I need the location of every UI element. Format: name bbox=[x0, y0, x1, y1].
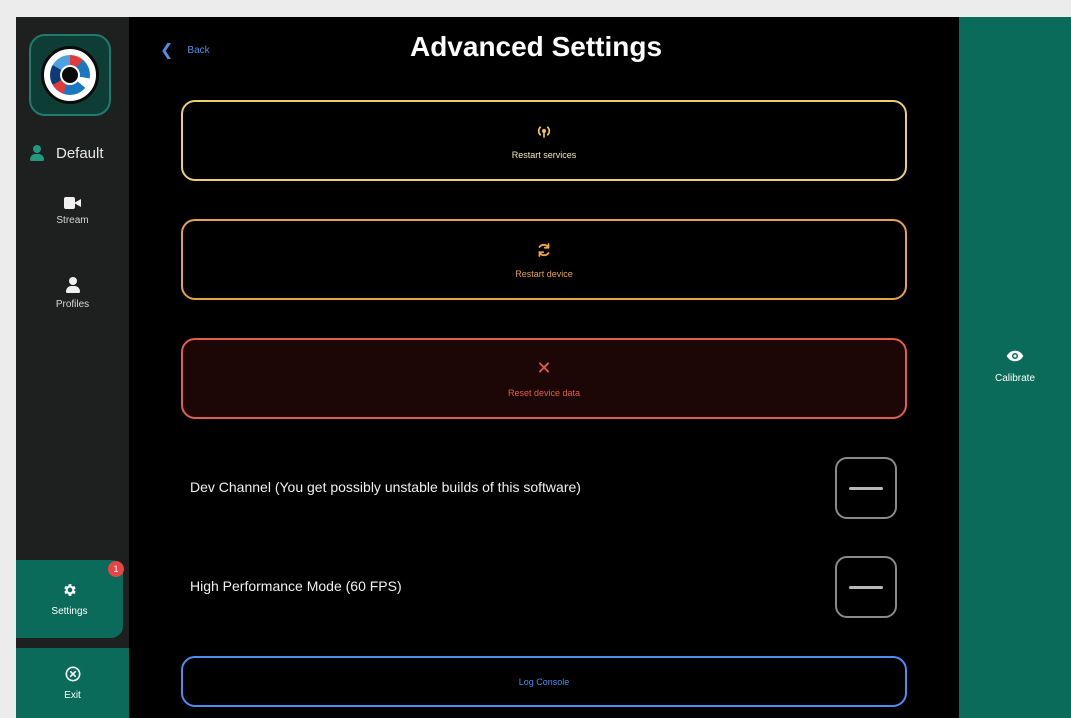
reset-device-data-label: Reset device data bbox=[507, 388, 581, 398]
log-console-label: Log Console bbox=[518, 676, 570, 687]
high-performance-label: High Performance Mode (60 FPS) bbox=[190, 578, 402, 594]
high-performance-row: High Performance Mode (60 FPS) bbox=[190, 556, 910, 618]
gear-icon bbox=[63, 583, 76, 596]
high-performance-toggle[interactable] bbox=[835, 556, 897, 618]
back-label: Back bbox=[187, 44, 210, 56]
restart-device-button[interactable]: Restart device bbox=[181, 219, 907, 300]
person-icon bbox=[65, 277, 80, 293]
profile-name: Default bbox=[56, 144, 104, 162]
dev-channel-toggle[interactable] bbox=[835, 457, 897, 519]
right-panel: Calibrate bbox=[959, 17, 1071, 718]
profile-person-icon bbox=[30, 145, 44, 161]
sidebar-item-label: Settings bbox=[51, 605, 88, 617]
dev-channel-label: Dev Channel (You get possibly unstable b… bbox=[190, 479, 581, 495]
reset-device-data-button[interactable]: ✕ Reset device data bbox=[181, 338, 907, 419]
sidebar: Default Stream Profiles 1 Settings Exit bbox=[16, 17, 129, 718]
active-profile[interactable]: Default bbox=[30, 141, 125, 165]
logo-eye-icon bbox=[41, 46, 99, 104]
sidebar-item-profiles[interactable]: Profiles bbox=[16, 277, 129, 310]
exit-label: Exit bbox=[64, 689, 81, 701]
calibrate-button[interactable]: Calibrate bbox=[959, 349, 1071, 384]
camera-icon bbox=[64, 197, 81, 209]
log-console-button[interactable]: Log Console bbox=[181, 656, 907, 707]
back-button[interactable]: ❮ Back bbox=[160, 40, 210, 60]
close-icon: ✕ bbox=[536, 358, 552, 378]
restart-device-label: Restart device bbox=[515, 269, 573, 279]
toggle-off-indicator bbox=[849, 586, 883, 589]
exit-button[interactable]: Exit bbox=[16, 648, 129, 718]
toggle-off-indicator bbox=[849, 487, 883, 490]
close-circle-icon bbox=[65, 666, 80, 681]
sidebar-item-stream[interactable]: Stream bbox=[16, 197, 129, 226]
app-window: Default Stream Profiles 1 Settings Exit bbox=[16, 17, 1071, 718]
calibrate-label: Calibrate bbox=[994, 373, 1036, 384]
sidebar-item-label: Profiles bbox=[55, 299, 90, 310]
sidebar-item-label: Stream bbox=[56, 215, 89, 226]
page-title: Advanced Settings bbox=[409, 31, 663, 62]
refresh-icon bbox=[538, 243, 550, 257]
dev-channel-row: Dev Channel (You get possibly unstable b… bbox=[190, 457, 910, 519]
sidebar-item-settings[interactable]: 1 Settings bbox=[16, 560, 124, 638]
restart-services-label: Restart services bbox=[511, 150, 577, 160]
app-logo bbox=[29, 34, 111, 116]
notification-badge: 1 bbox=[108, 561, 124, 577]
chevron-left-icon: ❮ bbox=[160, 42, 174, 59]
restart-services-button[interactable]: Restart services bbox=[181, 100, 907, 181]
broadcast-icon bbox=[537, 126, 551, 138]
eye-icon bbox=[1006, 350, 1024, 362]
